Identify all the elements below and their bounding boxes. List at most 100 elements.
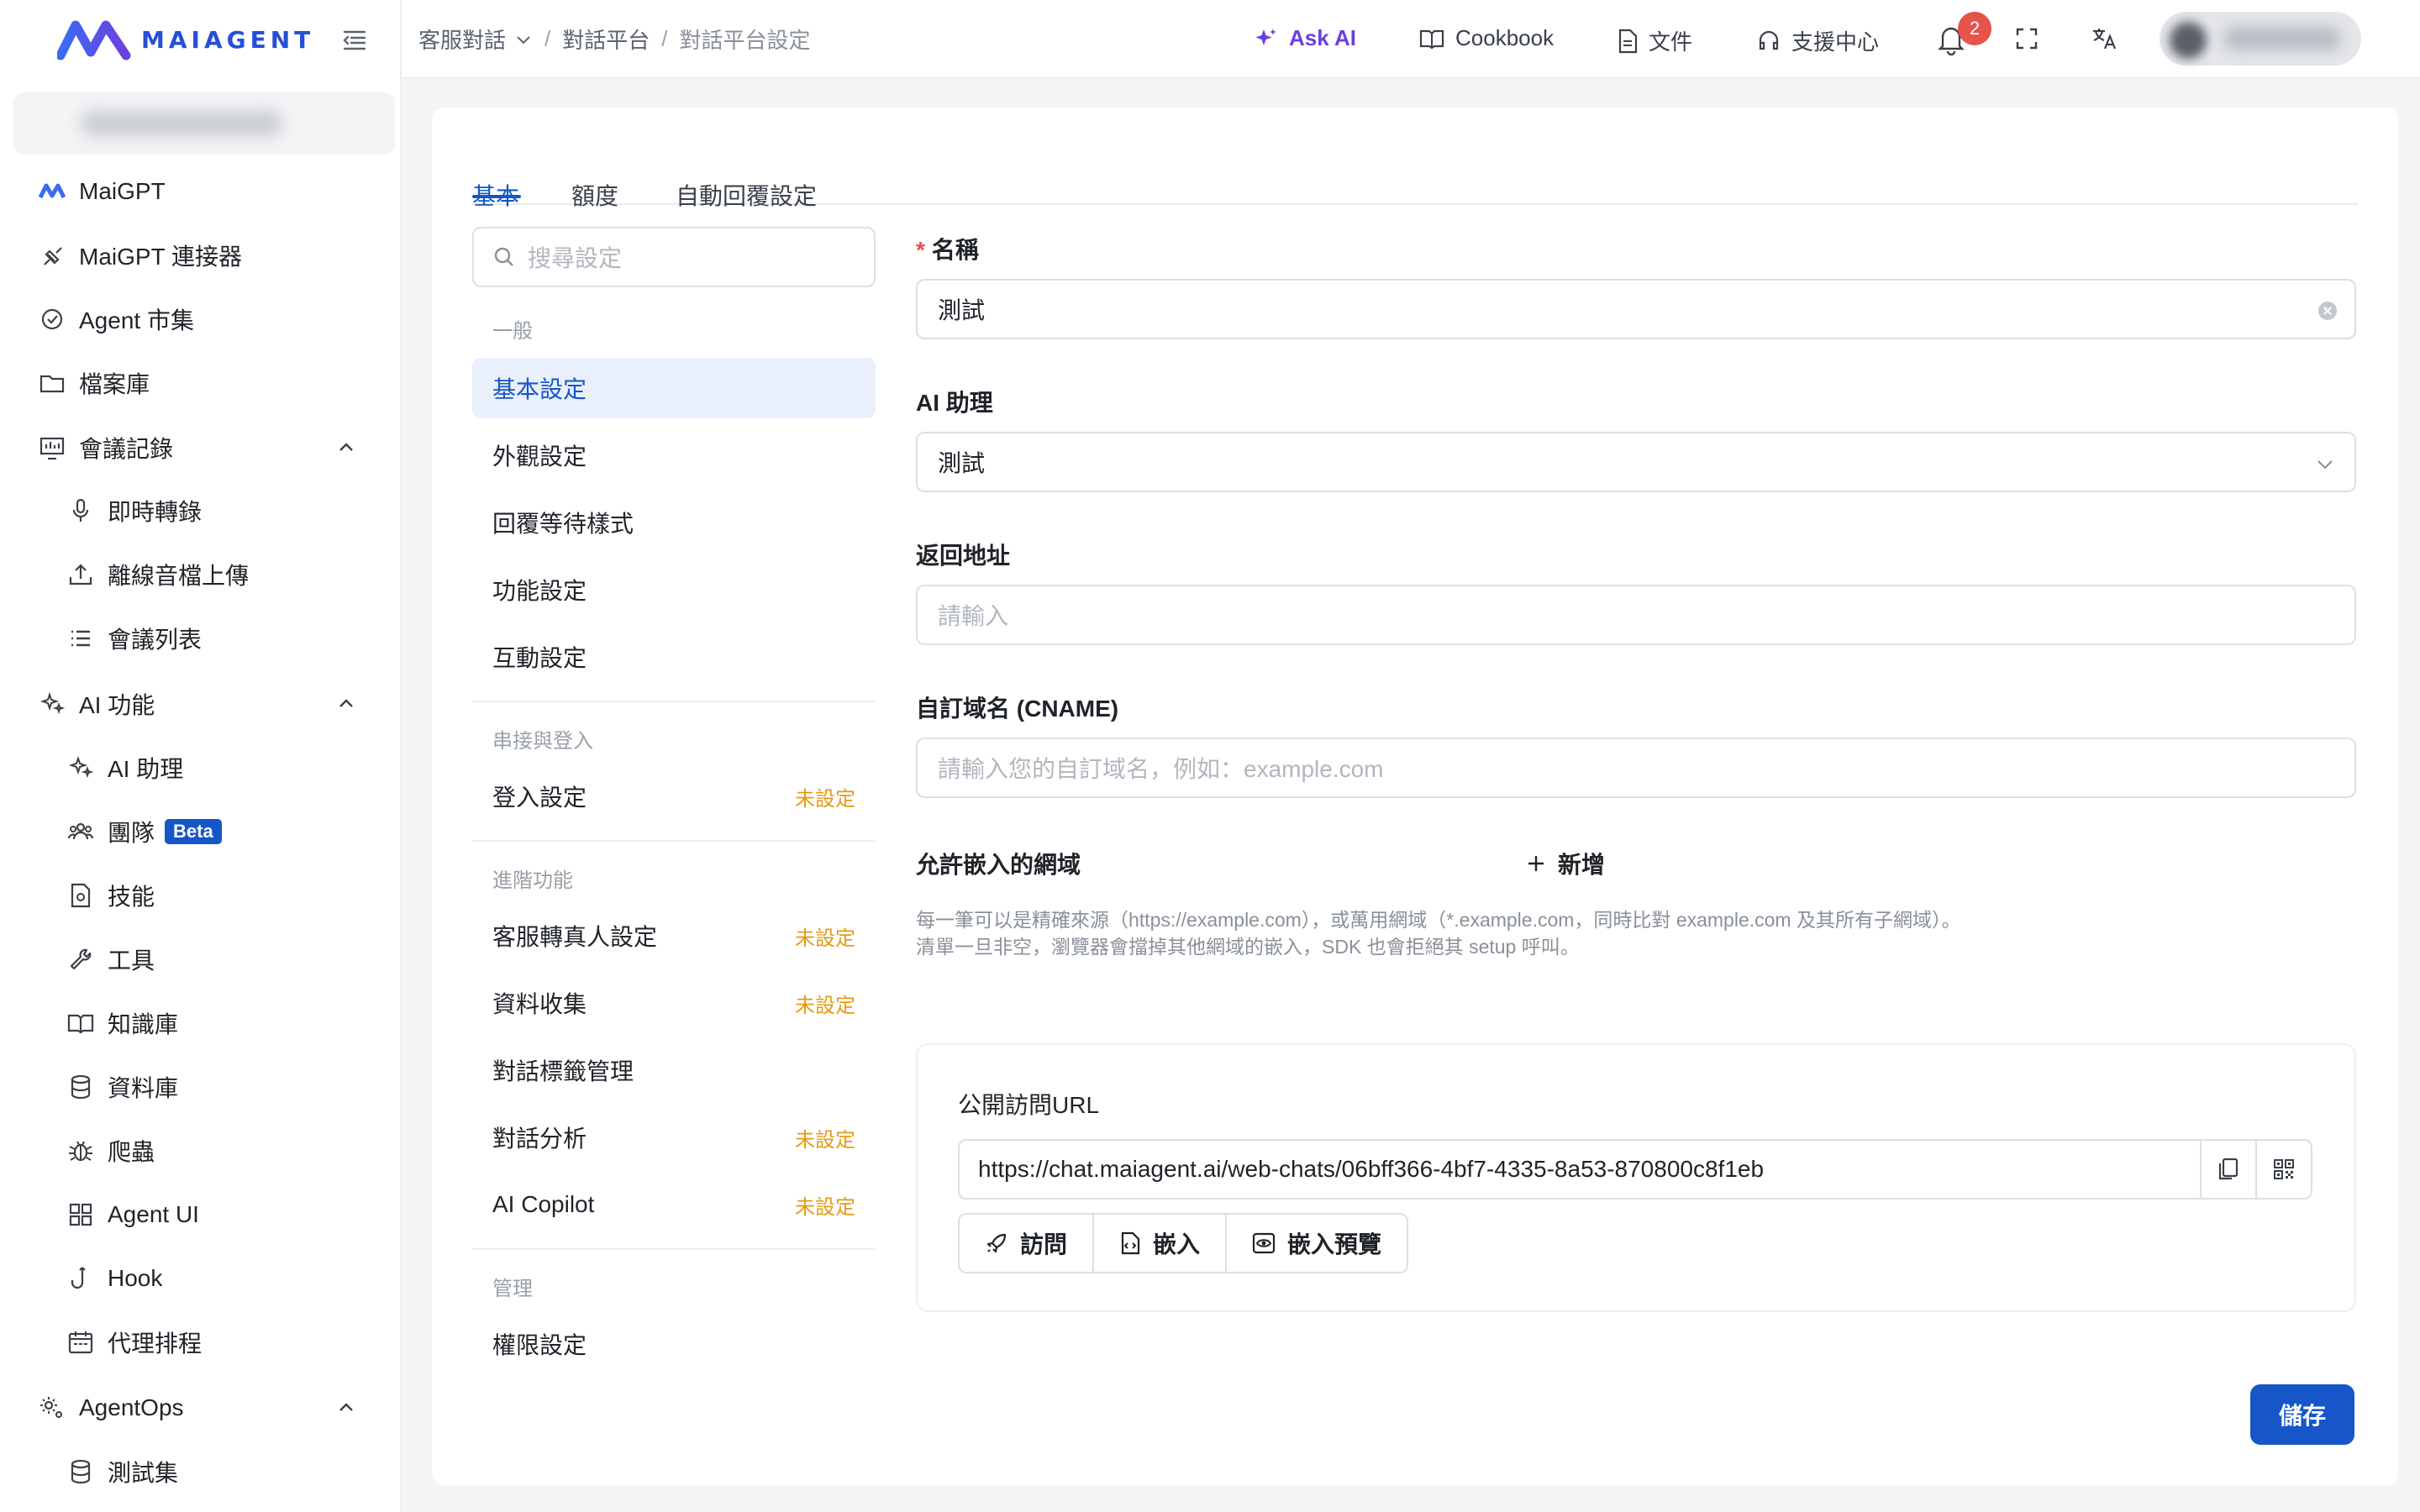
- sidebar-item[interactable]: Agent UI: [0, 1189, 402, 1240]
- fullscreen-icon[interactable]: [2015, 27, 2039, 50]
- save-button[interactable]: 儲存: [2250, 1384, 2354, 1445]
- cname-input[interactable]: 請輸入您的自訂域名，例如：example.com: [916, 738, 2356, 798]
- sidebar-item[interactable]: 即時轉錄: [0, 486, 402, 536]
- chevron-up-icon[interactable]: [334, 1396, 358, 1420]
- organization-switcher[interactable]: [13, 92, 395, 155]
- sidebar-item[interactable]: 測試集: [0, 1446, 402, 1497]
- ask-ai-button[interactable]: Ask AI: [1254, 25, 1356, 51]
- settings-item-appearance[interactable]: 外觀設定: [472, 425, 876, 486]
- beta-badge: Beta: [165, 819, 222, 844]
- sidebar-item[interactable]: 代理排程: [0, 1317, 402, 1368]
- cookbook-link[interactable]: Cookbook: [1418, 25, 1554, 51]
- sidebar-item[interactable]: Hook: [0, 1253, 402, 1304]
- settings-item-permissions[interactable]: 權限設定: [472, 1314, 876, 1374]
- ask-ai-label: Ask AI: [1289, 25, 1356, 50]
- sidebar-item-label: 工具: [108, 948, 155, 974]
- sidebar-item[interactable]: AgentOps: [0, 1383, 402, 1433]
- sidebar-item[interactable]: 會議記錄: [0, 423, 402, 473]
- brand-logo[interactable]: MAIAGENT: [57, 18, 314, 60]
- sidebar-item-label: 技能: [108, 884, 155, 910]
- copy-icon: [2218, 1158, 2238, 1180]
- name-input[interactable]: 測試: [916, 279, 2356, 339]
- embed-button[interactable]: 嵌入: [1094, 1215, 1228, 1272]
- chevron-up-icon[interactable]: [334, 436, 358, 459]
- sidebar-item-label: 檔案庫: [79, 371, 150, 397]
- visit-label: 訪問: [1020, 1231, 1068, 1257]
- settings-item-reply-wait[interactable]: 回覆等待樣式: [472, 492, 876, 553]
- user-menu[interactable]: [2160, 12, 2361, 66]
- docs-link[interactable]: 文件: [1617, 25, 1692, 56]
- sidebar-item[interactable]: 爬蟲: [0, 1126, 402, 1176]
- divider: [472, 701, 876, 702]
- sidebar-item[interactable]: 團隊 Beta: [0, 806, 402, 857]
- return-url-label: 返回地址: [916, 543, 1011, 569]
- settings-item-label: 資料收集: [492, 991, 587, 1017]
- marketplace-icon: [37, 304, 67, 334]
- group-advanced: 進階功能: [492, 869, 573, 892]
- tab-auto-reply[interactable]: 自動回覆設定: [676, 178, 817, 212]
- settings-card: 基本 額度 自動回覆設定 搜尋設定 一般 基本設定 外觀設定 回覆等待樣式 功能…: [432, 108, 2398, 1485]
- add-domain-label: 新增: [1558, 852, 1606, 878]
- code-file-icon: [1121, 1231, 1140, 1255]
- sidebar-item[interactable]: MaiGPT 連接器: [0, 230, 402, 281]
- sidebar-item-label: Hook: [108, 1265, 163, 1291]
- microphone-icon: [66, 496, 96, 526]
- settings-item-human-handoff[interactable]: 客服轉真人設定 未設定: [472, 906, 876, 966]
- collapse-sidebar-icon[interactable]: [339, 25, 370, 55]
- database-icon: [66, 1072, 96, 1102]
- sidebar-item[interactable]: 檔案庫: [0, 358, 402, 408]
- search-icon: [494, 247, 513, 266]
- search-placeholder: 搜尋設定: [528, 245, 623, 271]
- sidebar-item-label: AgentOps: [79, 1394, 184, 1420]
- assistant-select[interactable]: 測試: [916, 432, 2356, 492]
- sidebar-item-label: 測試集: [108, 1460, 179, 1486]
- chevron-up-icon[interactable]: [334, 692, 358, 716]
- sidebar-item[interactable]: 離線音檔上傳: [0, 549, 402, 600]
- settings-item-analytics[interactable]: 對話分析 未設定: [472, 1107, 876, 1168]
- calendar-icon: [66, 1327, 96, 1357]
- embed-preview-button[interactable]: 嵌入預覽: [1227, 1215, 1407, 1272]
- group-integration: 串接與登入: [492, 730, 593, 753]
- settings-item-features[interactable]: 功能設定: [472, 559, 876, 620]
- settings-item-tag-management[interactable]: 對話標籤管理: [472, 1040, 876, 1100]
- sidebar-item[interactable]: 會議列表: [0, 613, 402, 664]
- tab-quota[interactable]: 額度: [571, 178, 618, 212]
- settings-item-data-collection[interactable]: 資料收集 未設定: [472, 973, 876, 1033]
- top-header: 客服對話 / 對話平台 / 對話平台設定 Ask AI Cookbook 文件 …: [402, 0, 2420, 79]
- sidebar-item[interactable]: AI 助理: [0, 743, 402, 793]
- group-general: 一般: [492, 320, 533, 343]
- sidebar-item[interactable]: 技能: [0, 870, 402, 921]
- gear-group-icon: [37, 1393, 67, 1423]
- clear-icon[interactable]: [2316, 299, 2339, 323]
- visit-button[interactable]: 訪問: [960, 1215, 1095, 1272]
- sidebar-item[interactable]: AI 功能: [0, 679, 402, 729]
- sidebar-item-label: Agent UI: [108, 1201, 199, 1227]
- public-url-field[interactable]: https://chat.maiagent.ai/web-chats/06bff…: [958, 1139, 2312, 1200]
- settings-item-interaction[interactable]: 互動設定: [472, 627, 876, 687]
- plus-icon: [1528, 856, 1544, 871]
- assistant-value: 測試: [938, 450, 986, 476]
- support-center-link[interactable]: 支援中心: [1756, 25, 1879, 56]
- sidebar-item[interactable]: Agent 市集: [0, 294, 402, 344]
- database-icon: [66, 1457, 96, 1487]
- sidebar-item[interactable]: 知識庫: [0, 998, 402, 1048]
- sidebar-item[interactable]: MaiGPT: [0, 166, 402, 217]
- copy-url-button[interactable]: [2200, 1141, 2255, 1198]
- return-url-input[interactable]: 請輸入: [916, 585, 2356, 645]
- sidebar-item[interactable]: 工具: [0, 934, 402, 984]
- team-icon: [66, 816, 96, 847]
- translate-icon[interactable]: [2091, 25, 2118, 52]
- cname-placeholder: 請輸入您的自訂域名，例如：example.com: [938, 756, 1384, 782]
- settings-search-input[interactable]: 搜尋設定: [472, 227, 876, 287]
- list-icon: [66, 623, 96, 654]
- sidebar-item-label: 資料庫: [108, 1075, 179, 1101]
- settings-item-login[interactable]: 登入設定 未設定: [472, 766, 876, 827]
- settings-item-basic[interactable]: 基本設定: [472, 358, 876, 418]
- add-domain-button[interactable]: 新增: [1526, 847, 1605, 880]
- sidebar-item-label: 會議列表: [108, 627, 203, 653]
- book-open-icon: [1419, 29, 1444, 49]
- rocket-icon: [986, 1233, 1007, 1253]
- settings-item-copilot[interactable]: AI Copilot 未設定: [472, 1174, 876, 1235]
- qr-code-button[interactable]: [2255, 1141, 2311, 1198]
- sidebar-item[interactable]: 資料庫: [0, 1062, 402, 1112]
